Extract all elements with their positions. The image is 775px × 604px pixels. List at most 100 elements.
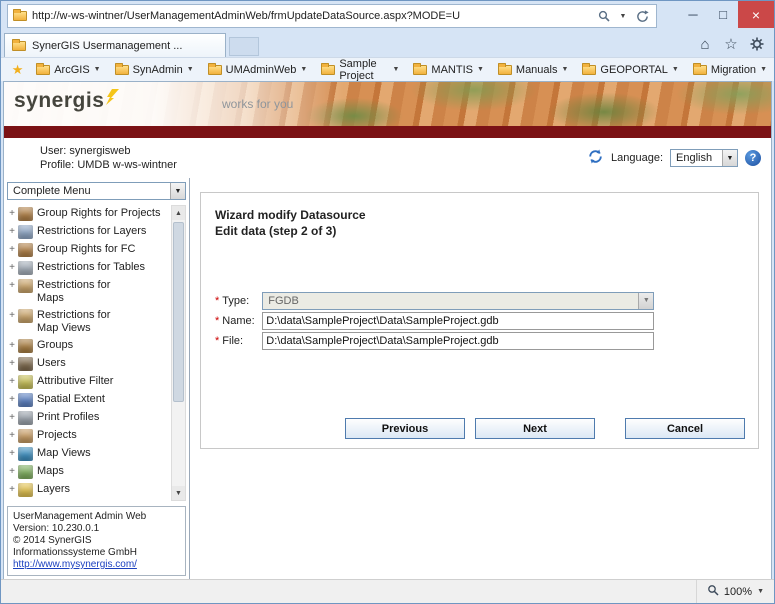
users-icon xyxy=(18,357,33,371)
tree-scrollbar[interactable]: ▲ ▼ xyxy=(171,205,186,501)
favorite-folder-item[interactable]: MANTIS ▼ xyxy=(406,64,491,76)
expand-plus-icon[interactable]: + xyxy=(7,447,17,460)
tree-item[interactable]: + Groups xyxy=(7,337,171,355)
maroon-divider xyxy=(4,126,771,138)
favorite-folder-item[interactable]: Sample Project ▼ xyxy=(314,58,406,82)
folder-icon xyxy=(321,65,335,75)
restrictions-maps-icon xyxy=(18,279,33,293)
tab-synergis-usermanagement[interactable]: SynerGIS Usermanagement ... xyxy=(4,33,226,57)
tree-item[interactable]: + Print Profiles xyxy=(7,409,171,427)
expand-plus-icon[interactable]: + xyxy=(7,411,17,424)
expand-plus-icon[interactable]: + xyxy=(7,279,17,292)
tree-item[interactable]: + Restrictions for Tables xyxy=(7,259,171,277)
expand-plus-icon[interactable]: + xyxy=(7,393,17,406)
title-bar: http://w-ws-wintner/UserManagementAdminW… xyxy=(1,1,774,31)
type-select[interactable]: FGDB ▼ xyxy=(262,292,654,310)
layers-icon xyxy=(18,483,33,497)
favorite-folder-item[interactable]: ArcGIS ▼ xyxy=(29,64,107,76)
favorites-star-icon[interactable]: ☆ xyxy=(718,32,744,56)
scroll-up-icon[interactable]: ▲ xyxy=(172,206,185,220)
favorite-folder-item[interactable]: SynAdmin ▼ xyxy=(108,64,201,76)
projects-icon xyxy=(18,429,33,443)
favorite-folder-item[interactable]: GEOPORTAL ▼ xyxy=(575,64,685,76)
expand-plus-icon[interactable]: + xyxy=(7,465,17,478)
tree-item[interactable]: + Users xyxy=(7,355,171,373)
folder-icon xyxy=(693,65,707,75)
tree-item[interactable]: + Attributive Filter xyxy=(7,373,171,391)
maximize-button[interactable]: □ xyxy=(708,1,738,28)
chevron-down-icon: ▼ xyxy=(638,293,653,309)
tree-item[interactable]: + Data Sources xyxy=(7,499,171,501)
expand-plus-icon[interactable]: + xyxy=(7,357,17,370)
tree-item[interactable]: + Group Rights for FC xyxy=(7,241,171,259)
logo-swoosh-icon xyxy=(106,89,119,105)
tree-item-label: Group Rights for Projects xyxy=(37,207,161,220)
page-viewport: synergis works for you User: synergisweb… xyxy=(3,81,772,579)
restrictions-layers-icon xyxy=(18,225,33,239)
tree-item-label: Projects xyxy=(37,429,77,442)
user-value: synergisweb xyxy=(69,145,130,157)
tree-item[interactable]: + Spatial Extent xyxy=(7,391,171,409)
tree-item-label: Group Rights for FC xyxy=(37,243,135,256)
tree-item[interactable]: + Group Rights for Projects xyxy=(7,205,171,223)
name-field[interactable] xyxy=(262,312,654,330)
tree-item[interactable]: + Maps xyxy=(7,463,171,481)
search-icon[interactable] xyxy=(592,6,616,26)
favorite-label: Sample Project xyxy=(339,58,388,82)
status-bar: 100% ▼ xyxy=(1,579,774,603)
url-text[interactable]: http://w-ws-wintner/UserManagementAdminW… xyxy=(32,10,592,22)
scroll-down-icon[interactable]: ▼ xyxy=(172,486,185,500)
menu-mode-select[interactable]: Complete Menu ▼ xyxy=(7,182,186,200)
language-select[interactable]: English ▼ xyxy=(670,149,738,167)
close-button[interactable]: × xyxy=(738,1,774,28)
type-row: * Type: FGDB ▼ xyxy=(215,291,744,310)
tree-item[interactable]: + Projects xyxy=(7,427,171,445)
expand-plus-icon[interactable]: + xyxy=(7,225,17,238)
scrollbar-thumb[interactable] xyxy=(173,222,184,402)
tree-item[interactable]: + Restrictions for Layers xyxy=(7,223,171,241)
chevron-down-icon: ▼ xyxy=(672,66,679,73)
tree-item[interactable]: + Map Views xyxy=(7,445,171,463)
expand-plus-icon[interactable]: + xyxy=(7,339,17,352)
expand-plus-icon[interactable]: + xyxy=(7,261,17,274)
favorites-bar: ★ ArcGIS ▼ SynAdmin ▼ UMAdminWeb xyxy=(1,57,774,81)
tree-item[interactable]: + Restrictions for Maps xyxy=(7,277,171,307)
favorites-bar-star-icon[interactable]: ★ xyxy=(6,62,29,78)
settings-gear-icon[interactable] xyxy=(744,32,770,56)
folder-icon xyxy=(413,65,427,75)
group-rights-projects-icon xyxy=(18,207,33,221)
user-bar: User: synergisweb Profile: UMDB w-ws-win… xyxy=(4,138,771,178)
file-field[interactable] xyxy=(262,332,654,350)
new-tab-button[interactable] xyxy=(229,37,259,56)
tree-item[interactable]: + Restrictions for Map Views xyxy=(7,307,171,337)
zoom-control[interactable]: 100% ▼ xyxy=(696,580,774,603)
next-button[interactable]: Next xyxy=(475,418,595,439)
chevron-down-icon: ▼ xyxy=(94,66,101,73)
expand-plus-icon[interactable]: + xyxy=(7,243,17,256)
expand-plus-icon[interactable]: + xyxy=(7,375,17,388)
favorite-folder-item[interactable]: UMAdminWeb ▼ xyxy=(201,64,315,76)
cancel-button[interactable]: Cancel xyxy=(625,418,745,439)
expand-plus-icon[interactable]: + xyxy=(7,429,17,442)
favorite-folder-item[interactable]: Migration ▼ xyxy=(686,64,774,76)
site-favicon-icon xyxy=(13,11,27,21)
expand-plus-icon[interactable]: + xyxy=(7,207,17,220)
folder-icon xyxy=(498,65,512,75)
tree-item[interactable]: + Layers xyxy=(7,481,171,499)
required-asterisk: * xyxy=(215,335,219,347)
map-views-icon xyxy=(18,447,33,461)
chevron-down-icon: ▼ xyxy=(300,66,307,73)
favorite-folder-item[interactable]: Manuals ▼ xyxy=(491,64,576,76)
expand-plus-icon[interactable]: + xyxy=(7,309,17,322)
refresh-icon[interactable] xyxy=(630,6,654,26)
minimize-button[interactable]: ─ xyxy=(678,1,708,28)
previous-button[interactable]: Previous xyxy=(345,418,465,439)
address-bar[interactable]: http://w-ws-wintner/UserManagementAdminW… xyxy=(7,4,657,28)
company-link[interactable]: http://www.mysynergis.com/ xyxy=(13,559,137,570)
home-icon[interactable]: ⌂ xyxy=(692,32,718,56)
sync-icon[interactable] xyxy=(587,148,604,168)
help-icon[interactable]: ? xyxy=(745,150,761,166)
tree-item-label: Maps xyxy=(37,465,64,478)
expand-plus-icon[interactable]: + xyxy=(7,483,17,496)
address-dropdown-icon[interactable]: ▼ xyxy=(616,6,630,26)
